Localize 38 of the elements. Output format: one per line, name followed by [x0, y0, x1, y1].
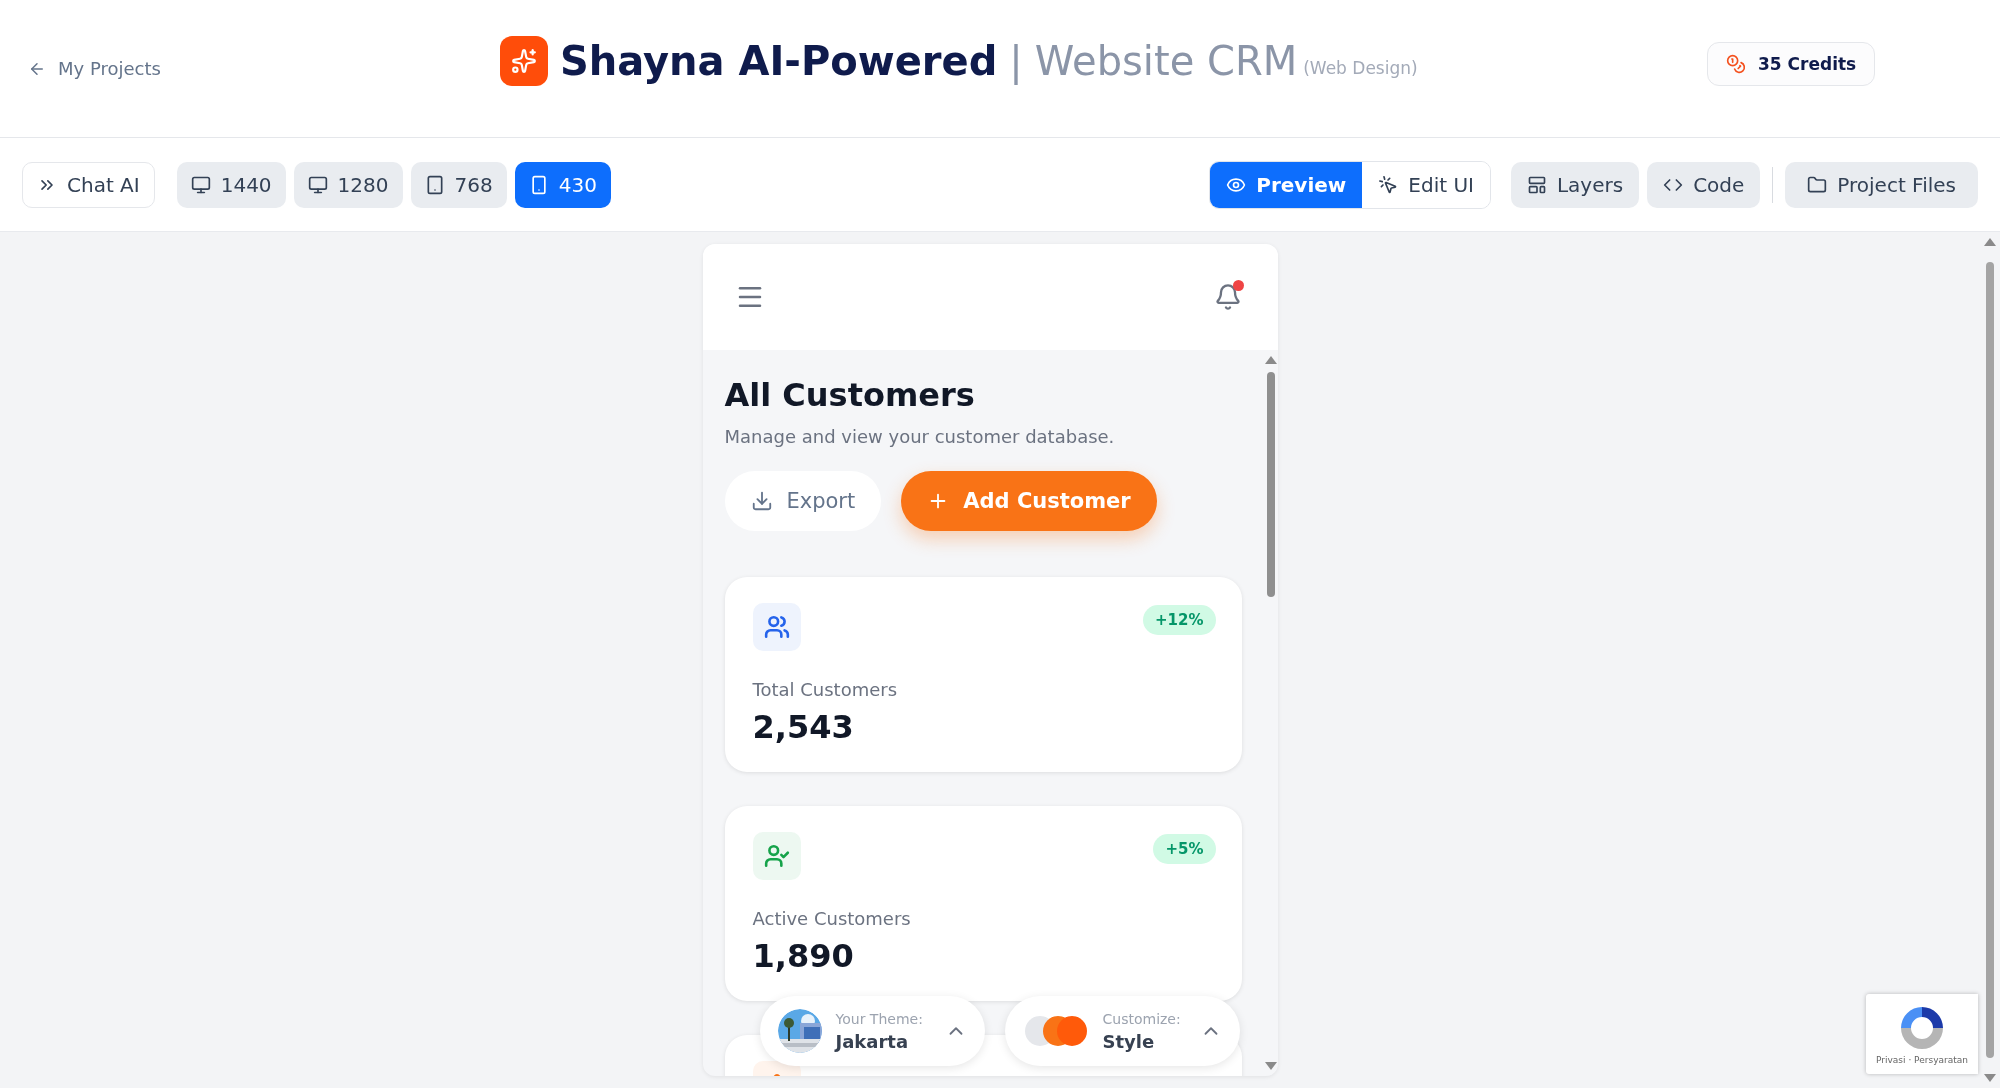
stat-label: Total Customers	[752, 679, 899, 700]
page-subtitle: Manage and view your customer database.	[724, 426, 1116, 447]
project-subtitle: Website CRM	[1034, 38, 1298, 84]
notification-bell-icon[interactable]	[1213, 283, 1242, 311]
project-title: Shayna AI-Powered	[560, 38, 998, 84]
coins-icon	[1726, 54, 1746, 74]
desktop-icon	[307, 174, 328, 195]
color-swatches-icon	[1022, 1014, 1089, 1048]
page-title: All Customers	[724, 376, 976, 414]
title-separator: |	[1009, 38, 1023, 84]
stat-value: 2,543	[752, 708, 855, 746]
credits-badge[interactable]: 35 Credits	[1707, 42, 1876, 86]
desktop-icon	[190, 174, 211, 195]
recaptcha-badge[interactable]: Privasi · Persyaratan	[1866, 994, 1978, 1074]
pointer-icon	[1378, 174, 1399, 195]
style-picker[interactable]: Customize: Style	[1004, 996, 1240, 1066]
chat-ai-button[interactable]: Chat AI	[22, 161, 155, 208]
download-icon	[750, 490, 773, 512]
code-button[interactable]: Code	[1647, 161, 1761, 208]
device-size-tab[interactable]: 430	[514, 161, 611, 208]
device-size-tab[interactable]: 768	[410, 161, 507, 208]
theme-picker[interactable]: Your Theme: Jakarta	[759, 996, 985, 1066]
mode-tab[interactable]: Preview	[1210, 161, 1363, 208]
layers-button[interactable]: Layers	[1510, 161, 1640, 208]
change-badge: +5%	[1153, 834, 1216, 864]
device-size-tab[interactable]: 1280	[293, 161, 403, 208]
stat-label: Active Customers	[752, 908, 912, 929]
recaptcha-links[interactable]: Privasi · Persyaratan	[1876, 1055, 1968, 1065]
project-files-button[interactable]: Project Files	[1785, 161, 1978, 208]
change-badge: +12%	[1143, 605, 1216, 635]
project-type: (Web Design)	[1303, 58, 1418, 78]
export-button[interactable]: Export	[724, 471, 882, 531]
back-link[interactable]: My Projects	[28, 58, 161, 79]
device-size-tab[interactable]: 1440	[176, 161, 286, 208]
layers-icon	[1526, 174, 1547, 195]
stat-value: 1,890	[752, 937, 855, 975]
folder-icon	[1807, 174, 1828, 195]
logo-icon	[500, 36, 548, 86]
